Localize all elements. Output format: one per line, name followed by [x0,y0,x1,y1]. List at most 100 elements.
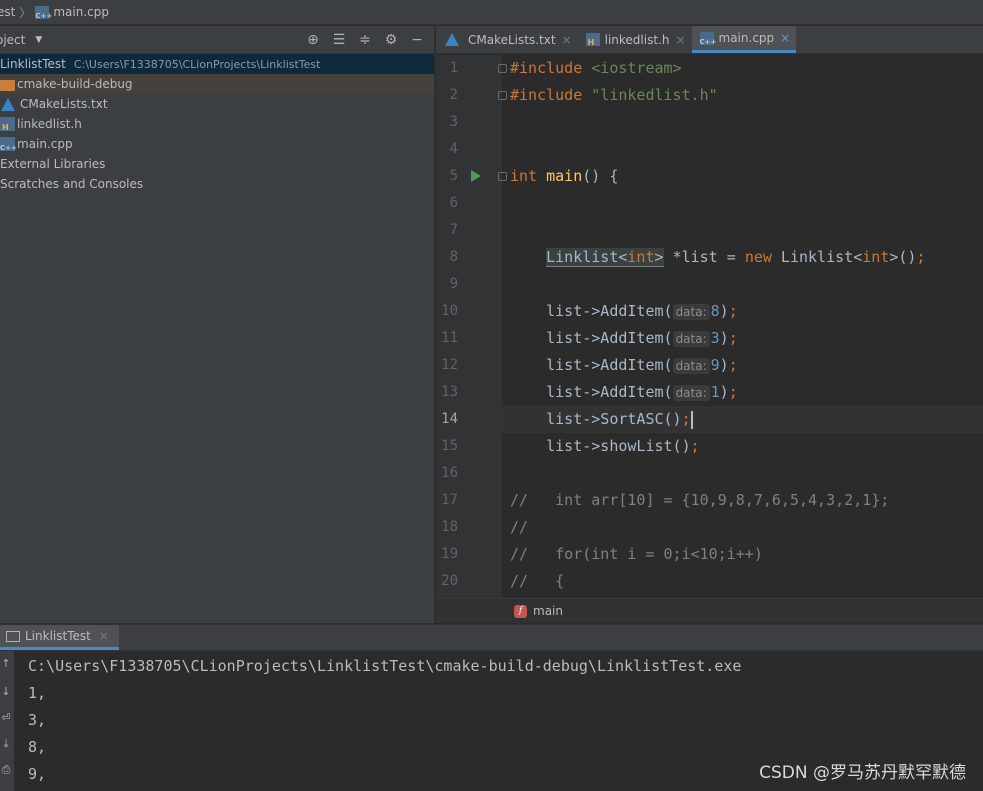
editor-gutter: 1 2 3 4 5 6 7 8 9 10 11 12 13 14 15 16 1… [436,55,507,598]
line-number: 2 [449,87,458,103]
watermark-text: CSDN @罗马苏丹默罕默德 [759,763,966,783]
line-number: 9 [449,276,458,292]
header-file-icon [0,117,15,132]
code-semicolon: ; [728,356,738,374]
code-text: ) [719,383,729,401]
line-number: 20 [441,573,458,589]
chevron-down-icon[interactable]: ▼ [35,35,42,45]
gear-icon[interactable]: ⚙ [378,32,404,48]
code-type: int [510,167,538,185]
code-line-18: // [510,518,529,536]
code-line-5: int main() { [510,163,618,190]
line-number: 17 [441,492,458,508]
tree-item-label: main.cpp [17,137,73,151]
close-icon[interactable]: × [562,33,572,47]
expand-all-icon[interactable]: ☰ [326,32,352,48]
tree-item-cmakelists[interactable]: CMakeLists.txt [0,94,434,114]
code-semicolon: ; [728,302,738,320]
console-icon [6,630,20,642]
tree-item-label: Scratches and Consoles [0,177,144,191]
line-number: 8 [449,249,458,265]
code-class: Linklist [771,248,854,266]
code-directive: #include [510,86,583,104]
tab-cmakelists[interactable]: CMakeLists.txt × [436,26,578,53]
code-text: > [889,248,899,266]
code-number: 8 [710,302,720,320]
console-line: 8, [28,738,47,756]
code-line-1: #include <iostream> [510,55,682,82]
parameter-hint: data: [672,331,710,347]
print-icon[interactable]: ⎙ [0,763,12,777]
code-text: ) [719,302,729,320]
tab-label: main.cpp [718,31,775,45]
code-call: list->AddItem( [546,383,673,401]
tab-label: CMakeLists.txt [468,32,556,47]
console-line: 1, [28,684,47,702]
close-icon[interactable]: × [99,629,109,643]
line-number-current: 14 [441,411,458,427]
fold-marker-icon[interactable] [498,91,507,100]
tab-linkedlist-h[interactable]: linkedlist.h × [578,26,692,53]
line-number: 15 [441,438,458,454]
code-text: < [853,248,863,266]
code-number: 1 [710,383,720,401]
function-icon: f [514,604,527,618]
tree-item-label: cmake-build-debug [17,77,133,91]
project-root-name: LinklistTest [0,57,66,71]
editor-tab-bar: CMakeLists.txt × linkedlist.h × main.cpp… [436,26,983,54]
tree-item-external-libraries[interactable]: External Libraries [0,154,434,174]
parameter-hint: data: [672,385,710,401]
header-file-icon [585,33,600,47]
tree-item-scratches[interactable]: Scratches and Consoles [0,174,434,194]
tree-item-linkedlist-h[interactable]: linkedlist.h [0,114,434,134]
collapse-all-icon[interactable]: ≑ [352,32,378,48]
code-call: list->AddItem( [546,302,673,320]
code-include-path: "linkedlist.h" [591,86,718,104]
tree-item-project-root[interactable]: LinklistTest C:\Users\F1338705\CLionProj… [0,54,434,74]
breadcrumb-file[interactable]: main.cpp [53,5,109,19]
line-number: 16 [441,465,458,481]
fold-marker-icon[interactable] [498,172,507,181]
code-line-15: list->showList(); [510,433,700,460]
cpp-file-icon [0,137,17,152]
soft-wrap-icon[interactable]: ⏎ [0,711,12,724]
code-semicolon: ; [681,410,691,428]
cpp-file-icon [35,5,52,20]
structure-function-name[interactable]: main [533,604,563,618]
hide-icon[interactable]: − [404,32,430,48]
run-tab-bar: LinklistTest × [0,624,983,651]
project-toolbar: ⊕ ☰ ≑ ⚙ − [300,26,430,54]
code-call: list->AddItem( [546,356,673,374]
console-line: C:\Users\F1338705\CLionProjects\Linklist… [28,657,742,675]
scroll-to-end-icon[interactable]: ⤓ [0,737,12,751]
line-number: 1 [449,60,458,76]
code-function-name: main [546,167,583,185]
tree-item-cmake-build-debug[interactable]: cmake-build-debug [0,74,434,94]
run-gutter-icon[interactable] [471,170,481,182]
close-icon[interactable]: × [675,33,685,47]
tree-item-main-cpp[interactable]: main.cpp [0,134,434,154]
breadcrumb-project[interactable]: est [0,5,15,19]
console-line: 3, [28,711,47,729]
tab-main-cpp[interactable]: main.cpp × [691,26,797,53]
fold-marker-icon[interactable] [498,64,507,73]
line-number: 11 [441,330,458,346]
close-icon[interactable]: × [780,31,790,45]
code-editor[interactable]: 1 2 3 4 5 6 7 8 9 10 11 12 13 14 15 16 1… [436,55,983,598]
code-directive: #include [510,59,583,77]
line-number: 4 [449,141,458,157]
line-number: 12 [441,357,458,373]
code-line-19: // for(int i = 0;i<10;i++) [510,545,763,563]
locate-icon[interactable]: ⊕ [300,32,326,48]
scroll-up-icon[interactable]: ↑ [0,657,12,670]
code-include-path: <iostream> [591,59,682,77]
project-view-selector[interactable]: oject [0,33,25,47]
code-semicolon: ; [728,329,738,347]
code-text: () [898,248,917,266]
breadcrumb-separator: 〉 [19,5,32,20]
line-number: 10 [441,303,458,319]
scroll-down-icon[interactable]: ↓ [0,685,12,698]
parameter-hint: data: [672,358,710,374]
tab-run-linklisttest[interactable]: LinklistTest × [0,625,119,650]
code-line-17: // int arr[10] = {10,9,8,7,6,5,4,3,2,1}; [510,491,890,509]
